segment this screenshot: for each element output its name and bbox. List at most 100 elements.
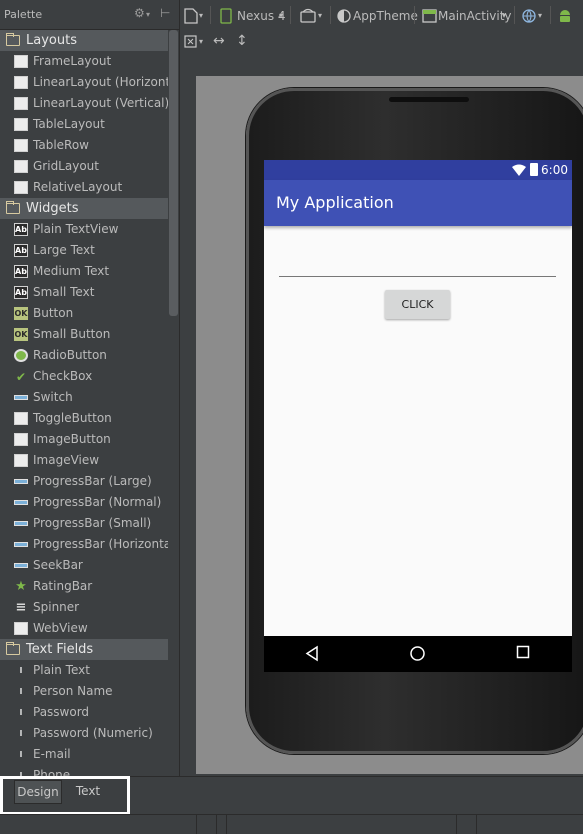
chevron-down-icon[interactable]: ▾ bbox=[199, 37, 203, 46]
spinner-icon: ≡ bbox=[15, 600, 27, 615]
palette-scrollbar[interactable] bbox=[169, 30, 178, 316]
palette-item[interactable]: ImageView bbox=[0, 450, 168, 471]
activity-icon[interactable] bbox=[422, 9, 437, 23]
expand-vertical-icon[interactable]: ↕ bbox=[236, 33, 248, 49]
text-cursor-icon: I bbox=[19, 770, 23, 776]
palette-item-label: Plain Text bbox=[33, 663, 90, 677]
palette-category-label: Layouts bbox=[26, 33, 77, 48]
palette-item-label: Medium Text bbox=[33, 264, 110, 278]
activity-selector[interactable]: MainActivity bbox=[438, 9, 512, 23]
status-time: 6:00 bbox=[541, 163, 568, 177]
recents-icon[interactable] bbox=[516, 645, 530, 659]
palette-item[interactable]: SeekBar bbox=[0, 555, 168, 576]
palette-item[interactable]: ProgressBar (Large) bbox=[0, 471, 168, 492]
palette-item-label: RadioButton bbox=[33, 348, 107, 362]
battery-icon bbox=[530, 163, 538, 176]
android-icon[interactable] bbox=[558, 8, 572, 24]
palette-category[interactable]: Widgets bbox=[0, 198, 168, 219]
palette-item[interactable]: TableLayout bbox=[0, 114, 168, 135]
palette-item[interactable]: OK Button bbox=[0, 303, 168, 324]
zoom-fit-icon[interactable] bbox=[184, 35, 197, 48]
text-cursor-icon: I bbox=[19, 749, 23, 759]
palette-item[interactable]: RelativeLayout bbox=[0, 177, 168, 198]
theme-icon[interactable] bbox=[337, 9, 351, 23]
palette-item[interactable]: TableRow bbox=[0, 135, 168, 156]
home-icon[interactable] bbox=[409, 645, 426, 662]
palette-item[interactable]: ProgressBar (Horizontal) bbox=[0, 534, 168, 555]
back-icon[interactable] bbox=[304, 645, 320, 662]
text-cursor-icon: I bbox=[19, 707, 23, 717]
button-icon: OK bbox=[14, 328, 28, 341]
status-divider bbox=[196, 815, 197, 834]
palette-item[interactable]: I Plain Text bbox=[0, 660, 168, 681]
palette-item-label: Phone bbox=[33, 768, 71, 776]
textview-icon: Ab bbox=[14, 244, 28, 257]
palette-item[interactable]: OK Small Button bbox=[0, 324, 168, 345]
status-divider bbox=[226, 815, 227, 834]
palette-list: Layouts FrameLayout LinearLayout (Horizont… bbox=[0, 30, 168, 776]
expand-horizontal-icon[interactable]: ↔ bbox=[213, 33, 225, 49]
palette-item[interactable]: I Password bbox=[0, 702, 168, 723]
progress-bar-icon bbox=[14, 542, 28, 547]
chevron-down-icon[interactable]: ▾ bbox=[199, 11, 203, 20]
palette-item[interactable]: I Person Name bbox=[0, 681, 168, 702]
palette-item[interactable]: Switch bbox=[0, 387, 168, 408]
palette-item[interactable]: ToggleButton bbox=[0, 408, 168, 429]
toolbar-separator bbox=[414, 6, 415, 24]
palette-item-label: CheckBox bbox=[33, 369, 93, 383]
chevron-down-icon[interactable]: ▾ bbox=[279, 11, 283, 20]
palette-item[interactable]: LinearLayout (Vertical) bbox=[0, 93, 168, 114]
palette-item[interactable]: ≡ Spinner bbox=[0, 597, 168, 618]
palette-item[interactable]: ImageButton bbox=[0, 429, 168, 450]
device-icon[interactable] bbox=[220, 8, 232, 24]
palette-category[interactable]: Layouts bbox=[0, 30, 168, 51]
palette-item-label: Small Text bbox=[33, 285, 95, 299]
palette-item[interactable]: FrameLayout bbox=[0, 51, 168, 72]
palette-item-label: LinearLayout (Horizontal) bbox=[33, 75, 168, 89]
gear-icon[interactable]: ⚙ bbox=[134, 6, 145, 20]
palette-item[interactable]: ProgressBar (Small) bbox=[0, 513, 168, 534]
palette-item[interactable]: ✔ CheckBox bbox=[0, 366, 168, 387]
palette-item[interactable]: GridLayout bbox=[0, 156, 168, 177]
palette-item-label: ProgressBar (Horizontal) bbox=[33, 537, 168, 551]
image-view-icon bbox=[14, 454, 28, 467]
grid-layout-icon bbox=[14, 160, 28, 173]
toolbar-separator bbox=[330, 6, 331, 24]
layout-file-icon[interactable] bbox=[184, 8, 198, 24]
theme-selector[interactable]: AppTheme bbox=[353, 9, 418, 23]
click-button[interactable]: CLICK bbox=[385, 290, 450, 319]
progress-bar-icon bbox=[14, 500, 28, 505]
palette-item[interactable]: Ab Large Text bbox=[0, 240, 168, 261]
chevron-down-icon[interactable]: ▾ bbox=[502, 11, 506, 20]
palette-item[interactable]: RadioButton bbox=[0, 345, 168, 366]
palette-item[interactable]: I Phone bbox=[0, 765, 168, 776]
hide-panel-icon[interactable]: ⊢ bbox=[160, 6, 170, 20]
palette-item[interactable]: I Password (Numeric) bbox=[0, 723, 168, 744]
globe-icon[interactable] bbox=[522, 9, 536, 23]
palette-item[interactable]: Ab Medium Text bbox=[0, 261, 168, 282]
chevron-down-icon[interactable]: ▾ bbox=[146, 10, 150, 19]
chevron-down-icon[interactable]: ▾ bbox=[318, 11, 322, 20]
palette-header: Palette ⚙ ▾ ⊢ bbox=[0, 0, 179, 30]
palette-category-label: Widgets bbox=[26, 201, 79, 216]
palette-item-label: ProgressBar (Normal) bbox=[33, 495, 162, 509]
device-screen[interactable]: 6:00 My Application CLICK bbox=[264, 160, 572, 672]
image-button-icon bbox=[14, 433, 28, 446]
textview-icon: Ab bbox=[14, 286, 28, 299]
palette-category[interactable]: Text Fields bbox=[0, 639, 168, 660]
palette-item[interactable]: WebView bbox=[0, 618, 168, 639]
palette-item[interactable]: LinearLayout (Horizontal) bbox=[0, 72, 168, 93]
chevron-down-icon[interactable]: ▾ bbox=[538, 11, 542, 20]
palette-item[interactable]: ProgressBar (Normal) bbox=[0, 492, 168, 513]
palette-item-label: TableLayout bbox=[33, 117, 105, 131]
edit-text-field[interactable] bbox=[279, 276, 556, 277]
palette-item[interactable]: ★ RatingBar bbox=[0, 576, 168, 597]
progress-bar-icon bbox=[14, 479, 28, 484]
palette-item[interactable]: Ab Plain TextView bbox=[0, 219, 168, 240]
palette-item[interactable]: Ab Small Text bbox=[0, 282, 168, 303]
navigation-bar bbox=[264, 636, 572, 672]
text-cursor-icon: I bbox=[19, 728, 23, 738]
seek-bar-icon bbox=[14, 563, 28, 568]
orientation-icon[interactable] bbox=[300, 8, 316, 24]
palette-item[interactable]: I E-mail bbox=[0, 744, 168, 765]
